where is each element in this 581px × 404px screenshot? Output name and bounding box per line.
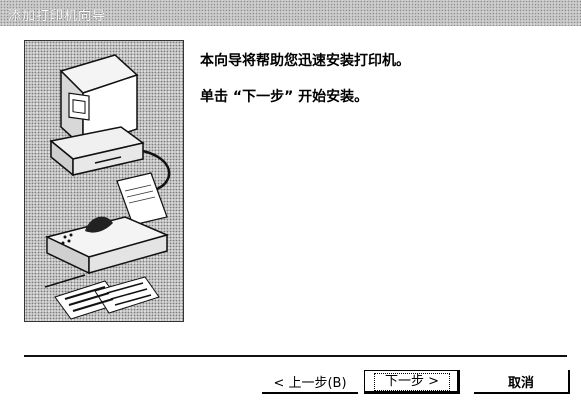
computer-printer-illustration-icon <box>44 54 171 320</box>
intro-text: 本向导将帮助您迅速安装打印机。 <box>200 53 410 69</box>
title-bar: 添加打印机向导 <box>0 0 581 26</box>
add-printer-wizard-window: 添加打印机向导 本向导将帮助您迅速安装打印机。 单击 “下一步” 开始安装。 <… <box>0 0 581 404</box>
instruction-text: 单击 “下一步” 开始安装。 <box>200 89 369 105</box>
next-button-label: 下一步 > <box>373 373 451 391</box>
paper-sheets-icon <box>44 274 160 320</box>
separator-line <box>24 355 567 357</box>
cancel-button-label: 取消 <box>507 375 534 391</box>
back-button[interactable]: < 上一步(B) <box>262 370 358 394</box>
cancel-button[interactable]: 取消 <box>474 370 570 394</box>
wizard-illustration <box>24 40 184 322</box>
window-title: 添加打印机向导 <box>8 9 107 24</box>
back-button-label: < 上一步(B) <box>273 375 347 391</box>
printer-icon <box>44 172 170 275</box>
computer-base-icon <box>49 126 145 177</box>
wizard-message: 本向导将帮助您迅速安装打印机。 单击 “下一步” 开始安装。 <box>200 50 410 122</box>
next-button[interactable]: 下一步 > <box>364 370 460 394</box>
